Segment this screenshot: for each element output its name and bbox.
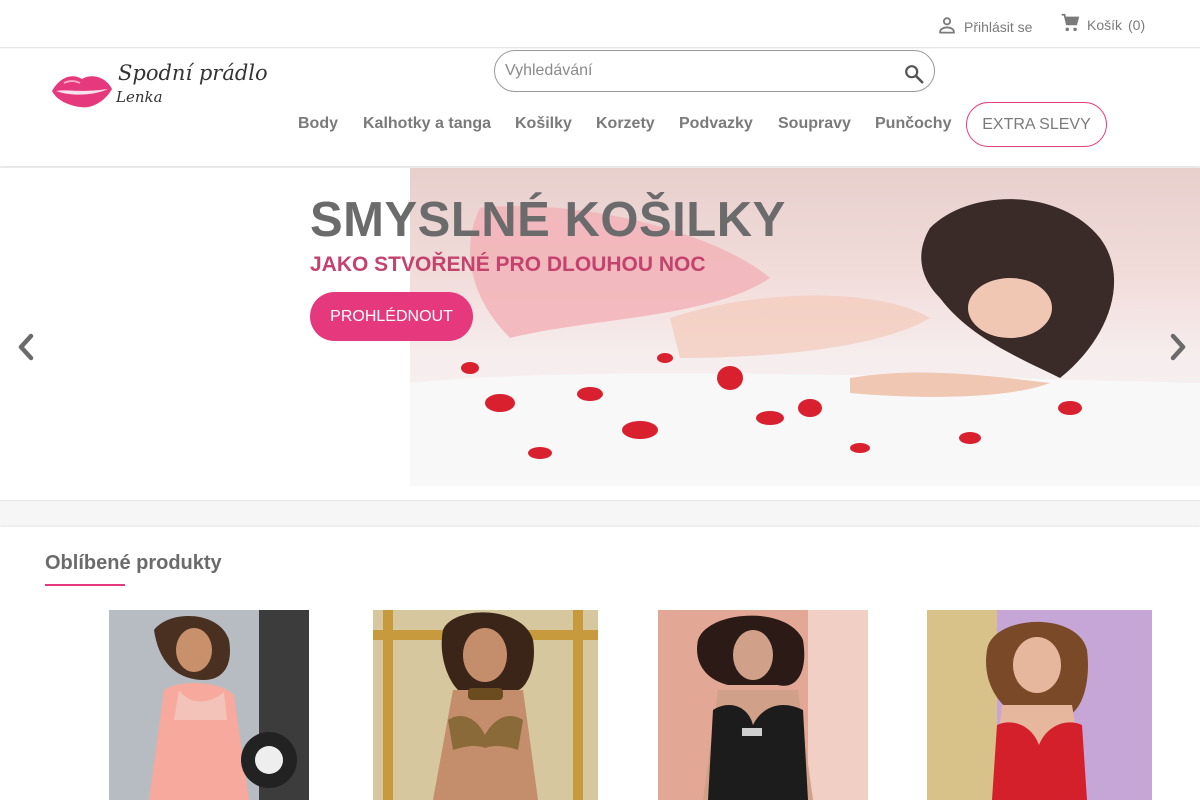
nav-item-body[interactable]: Body (298, 115, 338, 133)
nav-item-podvazky[interactable]: Podvazky (679, 115, 753, 133)
search-icon[interactable] (903, 63, 925, 90)
cart-label: Košík (1087, 16, 1123, 33)
chevron-left-icon[interactable] (14, 332, 38, 367)
cart-count: (0) (1128, 16, 1146, 33)
site-header: Spodní prádlo Lenka Body Kalhotky a tang… (0, 49, 1200, 166)
product-thumbnail[interactable] (373, 610, 598, 800)
product-thumbnail[interactable] (927, 610, 1152, 800)
nav-item-korzety[interactable]: Korzety (596, 115, 655, 133)
login-link[interactable]: Přihlásit se (936, 14, 1032, 39)
banner-title: SMYSLNÉ KOŠILKY (310, 193, 786, 247)
search-box (494, 50, 935, 92)
prohlednout-button[interactable]: PROHLÉDNOUT (310, 292, 473, 341)
nav-item-kalhotky-a-tanga[interactable]: Kalhotky a tanga (363, 115, 491, 133)
login-label: Přihlásit se (964, 18, 1033, 35)
section-title: Oblíbené produkty (45, 552, 222, 574)
user-icon (936, 14, 958, 39)
nav-item-soupravy[interactable]: Soupravy (778, 115, 851, 133)
extra-slevy-button[interactable]: EXTRA SLEVY (966, 102, 1107, 147)
main-navigation: Body Kalhotky a tanga Košilky Korzety Po… (0, 102, 1200, 147)
featured-products: Oblíbené produkty (0, 527, 1200, 800)
shopping-cart-icon (1059, 12, 1081, 37)
banner-subtitle: JAKO STVOŘENÉ PRO DLOUHOU NOC (310, 253, 706, 276)
title-underline (45, 584, 125, 586)
product-thumbnail[interactable] (109, 610, 309, 800)
cart-link[interactable]: Košík (0) (1059, 12, 1145, 37)
search-input[interactable] (505, 59, 885, 83)
nav-item-puncochy[interactable]: Punčochy (875, 115, 951, 133)
top-bar: Přihlásit se Košík (0) (0, 0, 1200, 48)
product-thumbnail[interactable] (658, 610, 868, 800)
chevron-right-icon[interactable] (1166, 332, 1190, 367)
nav-item-kosilky[interactable]: Košilky (515, 115, 572, 133)
hero-slider: SMYSLNÉ KOŠILKY JAKO STVOŘENÉ PRO DLOUHO… (0, 168, 1200, 501)
logo-text-line1: Spodní prádlo (118, 61, 268, 85)
